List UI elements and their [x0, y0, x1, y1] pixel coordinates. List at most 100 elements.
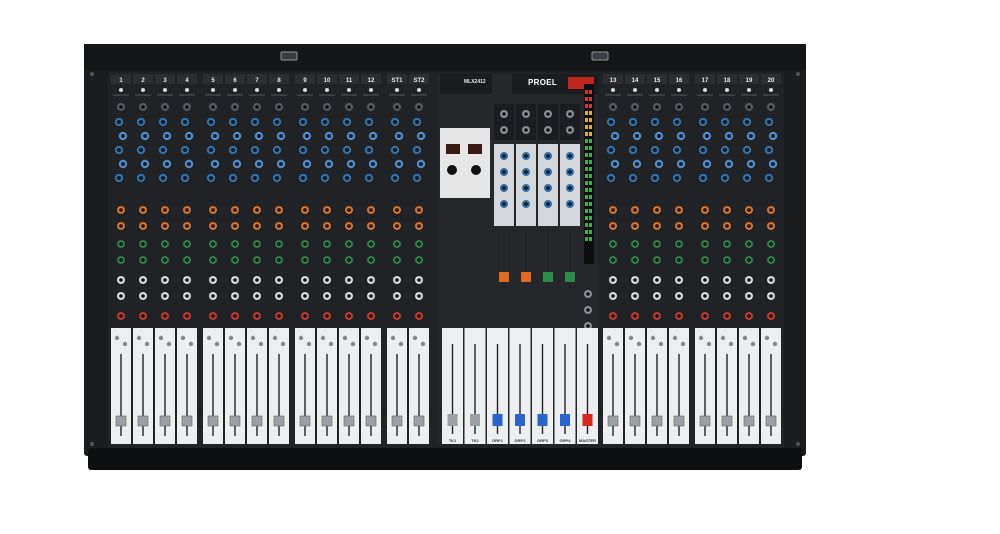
channel-fader[interactable] [299, 415, 311, 427]
channel-fader[interactable] [273, 415, 285, 427]
group-fader[interactable] [543, 272, 553, 282]
select-button[interactable] [720, 335, 726, 341]
fader-label[interactable]: GRP3 [537, 438, 549, 443]
channel-fader[interactable] [743, 415, 755, 427]
channel-fader[interactable] [137, 415, 149, 427]
gain-button[interactable] [119, 88, 123, 92]
select-button[interactable] [420, 341, 426, 347]
channel-fader[interactable] [607, 415, 619, 427]
channel-fader[interactable] [673, 415, 685, 427]
select-button[interactable] [372, 341, 378, 347]
gain-button[interactable] [141, 88, 145, 92]
select-button[interactable] [680, 341, 686, 347]
select-button[interactable] [764, 335, 770, 341]
encoder-knob[interactable] [447, 165, 457, 175]
gain-button[interactable] [277, 88, 281, 92]
select-button[interactable] [320, 335, 326, 341]
select-button[interactable] [158, 335, 164, 341]
select-button[interactable] [206, 335, 212, 341]
channel-fader[interactable] [229, 415, 241, 427]
channel-fader[interactable] [629, 415, 641, 427]
channel-fader[interactable] [365, 415, 377, 427]
select-button[interactable] [136, 335, 142, 341]
gain-button[interactable] [655, 88, 659, 92]
channel-fader[interactable] [321, 415, 333, 427]
master-fader[interactable] [492, 414, 503, 426]
select-button[interactable] [144, 341, 150, 347]
channel-fader[interactable] [115, 415, 127, 427]
master-fader[interactable] [582, 414, 593, 426]
select-button[interactable] [166, 341, 172, 347]
select-button[interactable] [258, 341, 264, 347]
select-button[interactable] [272, 335, 278, 341]
encoder-knob[interactable] [471, 165, 481, 175]
gain-button[interactable] [747, 88, 751, 92]
channel-fader[interactable] [181, 415, 193, 427]
fader-label[interactable]: MASTER [579, 438, 596, 443]
master-fader[interactable] [537, 414, 548, 426]
gain-button[interactable] [677, 88, 681, 92]
select-button[interactable] [398, 341, 404, 347]
select-button[interactable] [122, 341, 128, 347]
channel-fader[interactable] [413, 415, 425, 427]
master-fader[interactable] [515, 414, 525, 426]
select-button[interactable] [328, 341, 334, 347]
channel-fader[interactable] [207, 415, 219, 427]
select-button[interactable] [742, 335, 748, 341]
channel-fader[interactable] [699, 415, 711, 427]
gain-button[interactable] [303, 88, 307, 92]
select-button[interactable] [650, 335, 656, 341]
select-button[interactable] [628, 335, 634, 341]
fader-label[interactable]: GRP2 [515, 438, 527, 443]
select-button[interactable] [606, 335, 612, 341]
group-fader[interactable] [521, 272, 531, 282]
channel-fader[interactable] [765, 415, 777, 427]
select-button[interactable] [614, 341, 620, 347]
select-button[interactable] [250, 335, 256, 341]
gain-button[interactable] [233, 88, 237, 92]
select-button[interactable] [728, 341, 734, 347]
select-button[interactable] [188, 341, 194, 347]
select-button[interactable] [658, 341, 664, 347]
select-button[interactable] [350, 341, 356, 347]
select-button[interactable] [114, 335, 120, 341]
fader-label[interactable]: GRP4 [560, 438, 572, 443]
gain-button[interactable] [347, 88, 351, 92]
gain-button[interactable] [163, 88, 167, 92]
fader-label[interactable]: TK1 [449, 438, 457, 443]
gain-button[interactable] [417, 88, 421, 92]
gain-button[interactable] [703, 88, 707, 92]
channel-fader[interactable] [251, 415, 263, 427]
fader-label[interactable]: TK2 [471, 438, 479, 443]
select-button[interactable] [390, 335, 396, 341]
select-button[interactable] [364, 335, 370, 341]
select-button[interactable] [772, 341, 778, 347]
select-button[interactable] [706, 341, 712, 347]
master-fader[interactable] [447, 414, 458, 426]
select-button[interactable] [236, 341, 242, 347]
gain-button[interactable] [611, 88, 615, 92]
select-button[interactable] [636, 341, 642, 347]
gain-button[interactable] [185, 88, 189, 92]
select-button[interactable] [180, 335, 186, 341]
channel-fader[interactable] [159, 415, 171, 427]
channel-fader[interactable] [651, 415, 663, 427]
master-fader[interactable] [560, 414, 570, 426]
gain-button[interactable] [369, 88, 373, 92]
select-button[interactable] [280, 341, 286, 347]
gain-button[interactable] [211, 88, 215, 92]
fader-label[interactable]: GRP1 [492, 438, 504, 443]
select-button[interactable] [214, 341, 220, 347]
select-button[interactable] [698, 335, 704, 341]
gain-button[interactable] [395, 88, 399, 92]
channel-fader[interactable] [343, 415, 355, 427]
gain-button[interactable] [633, 88, 637, 92]
master-fader[interactable] [470, 414, 480, 426]
select-button[interactable] [342, 335, 348, 341]
select-button[interactable] [298, 335, 304, 341]
select-button[interactable] [306, 341, 312, 347]
gain-button[interactable] [769, 88, 773, 92]
group-fader[interactable] [499, 272, 509, 282]
select-button[interactable] [228, 335, 234, 341]
select-button[interactable] [672, 335, 678, 341]
